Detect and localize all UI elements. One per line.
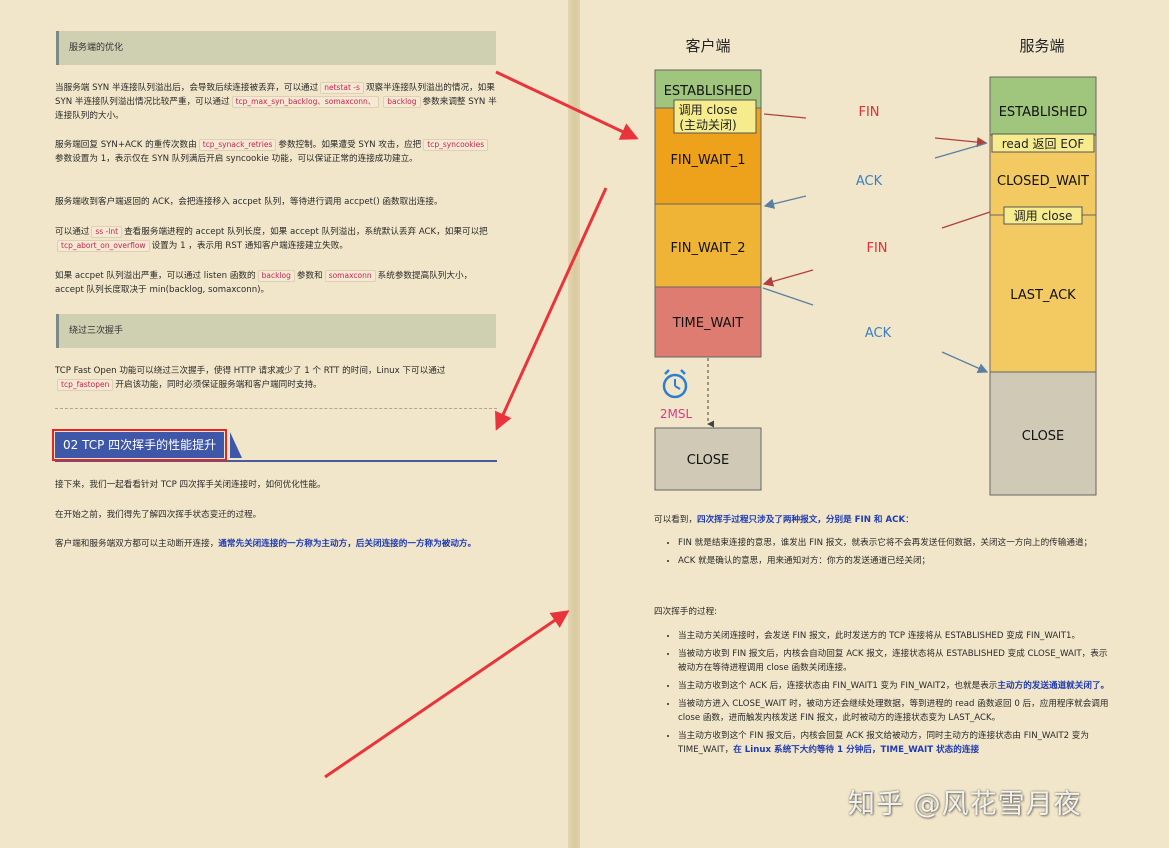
list-item: 当被动方收到 FIN 报文后，内核会自动回复 ACK 报文，连接状态将从 EST…	[678, 647, 1112, 675]
list-item: 当主动方收到这个 FIN 报文后，内核会回复 ACK 报文给被动方，同时主动方的…	[678, 729, 1112, 757]
highlight-text: 在 Linux 系统下大约等待 1 分钟后，TIME_WAIT 状态的连接	[733, 745, 980, 755]
client-call-close-line1: 调用 close	[679, 103, 738, 117]
list-item: ACK 就是确认的意思，用来通知对方：你方的发送通道已经关闭；	[678, 554, 1112, 568]
server-established-label: ESTABLISHED	[999, 105, 1088, 120]
ack2-arrow-end	[941, 351, 989, 374]
list-item: 当被动方进入 CLOSE_WAIT 时，被动方还会继续处理数据，等到进程的 re…	[678, 697, 1112, 725]
fin1-arrow-end	[934, 136, 988, 148]
client-time-wait-label: TIME_WAIT	[672, 316, 744, 331]
msg-ack-2: ACK	[865, 326, 892, 341]
client-fin-wait-1-label: FIN_WAIT_1	[670, 153, 745, 168]
ack2-arrow-start	[762, 287, 814, 306]
text: ：	[905, 515, 914, 525]
process-title: 四次挥手的过程:	[654, 607, 718, 617]
fin1-arrow-start	[763, 113, 807, 119]
server-title: 服务端	[1019, 37, 1064, 55]
client-close-label: CLOSE	[687, 453, 730, 468]
ack1-arrow-end	[763, 195, 807, 209]
annotation-arrow-to-diagram	[495, 70, 639, 140]
msg-fin-2: FIN	[866, 241, 887, 256]
client-call-close-line2: (主动关闭)	[679, 118, 736, 132]
packet-type-list: FIN 就是结束连接的意思，谁发出 FIN 报文，就表示它将不会再发送任何数据，…	[666, 536, 1112, 572]
zhihu-watermark: 知乎 @风花雪月夜	[848, 789, 1082, 820]
paragraph-two-packets: 可以看到，四次挥手过程只涉及了两种报文，分别是 FIN 和 ACK：	[654, 513, 1100, 527]
highlight-text: 主动方的发送通道就关闭了。	[997, 681, 1110, 691]
list-item: 当主动方收到这个 ACK 后，连接状态由 FIN_WAIT1 变为 FIN_WA…	[678, 679, 1112, 693]
process-step-list: 当主动方关闭连接时，会发送 FIN 报文，此时发送方的 TCP 连接将从 EST…	[666, 629, 1112, 761]
list-item: 当主动方关闭连接时，会发送 FIN 报文，此时发送方的 TCP 连接将从 EST…	[678, 629, 1112, 643]
highlight-text: 四次挥手过程只涉及了两种报文，分别是 FIN 和 ACK	[696, 515, 906, 525]
annotation-arrow-to-heading	[495, 187, 608, 431]
list-item: FIN 就是结束连接的意思，谁发出 FIN 报文，就表示它将不会再发送任何数据，…	[678, 536, 1112, 550]
text: 可以看到，	[654, 515, 697, 525]
msg-ack-1: ACK	[856, 174, 883, 189]
ack1-arrow-start	[934, 142, 988, 159]
fin2-arrow-start	[941, 211, 991, 229]
server-closed-wait-label: CLOSED_WAIT	[997, 174, 1089, 189]
server-call-close-label: 调用 close	[1014, 209, 1073, 223]
client-title: 客户端	[685, 37, 730, 55]
fin2-arrow-end	[762, 269, 814, 287]
server-close-label: CLOSE	[1022, 429, 1065, 444]
annotation-arrow-to-text	[324, 610, 570, 779]
client-established-label: ESTABLISHED	[664, 84, 753, 99]
client-fin-wait-2-label: FIN_WAIT_2	[670, 241, 745, 256]
timer-2msl-label: 2MSL	[660, 407, 693, 421]
server-last-ack-label: LAST_ACK	[1010, 288, 1076, 303]
text: 当主动方收到这个 ACK 后，连接状态由 FIN_WAIT1 变为 FIN_WA…	[678, 681, 998, 691]
msg-fin-1: FIN	[858, 105, 879, 120]
alarm-clock-icon	[662, 369, 688, 399]
server-read-eof-label: read 返回 EOF	[1002, 137, 1085, 151]
